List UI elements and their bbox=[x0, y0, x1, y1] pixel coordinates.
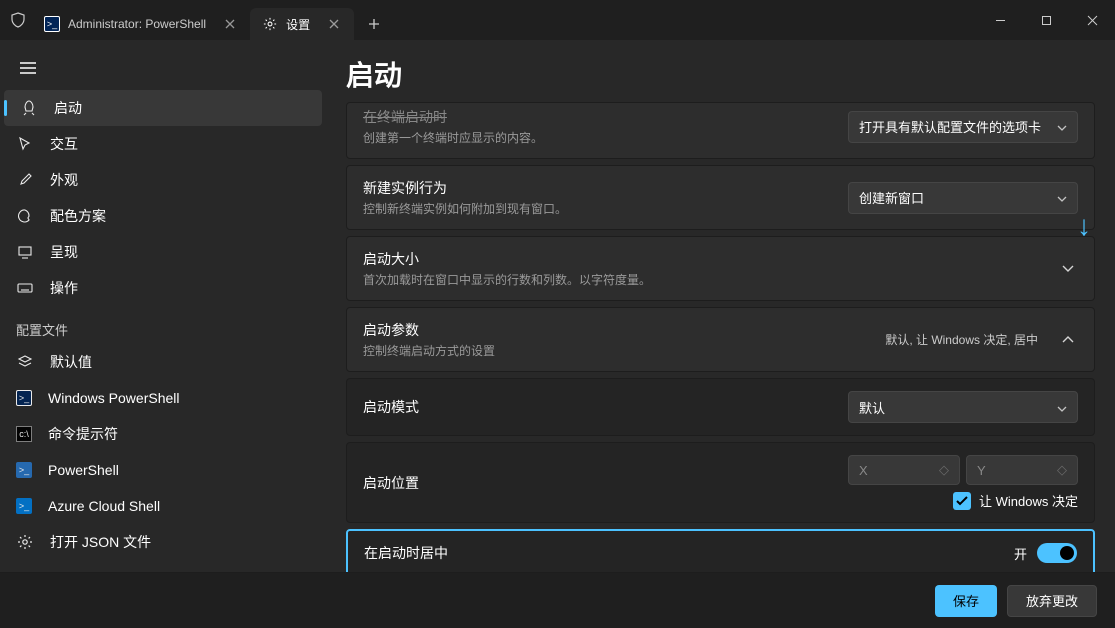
sidebar-item-startup[interactable]: 启动 bbox=[4, 90, 322, 126]
sidebar-item-appearance[interactable]: 外观 bbox=[0, 162, 326, 198]
tab-powershell[interactable]: >_ Administrator: PowerShell bbox=[32, 8, 250, 40]
spinner-icon: ◇ bbox=[939, 462, 949, 478]
center-toggle[interactable] bbox=[1037, 543, 1077, 563]
monitor-icon bbox=[16, 243, 34, 261]
sidebar-item-actions[interactable]: 操作 bbox=[0, 270, 326, 306]
card-title: 启动大小 bbox=[363, 249, 1044, 269]
cursor-icon bbox=[16, 135, 34, 153]
chevron-down-icon bbox=[1057, 400, 1067, 415]
new-tab-button[interactable] bbox=[360, 10, 388, 38]
discard-button[interactable]: 放弃更改 bbox=[1007, 585, 1097, 617]
row-title: 启动模式 bbox=[363, 397, 848, 417]
brush-icon bbox=[16, 171, 34, 189]
card-startup-content[interactable]: 在终端启动时 创建第一个终端时应显示的内容。 打开具有默认配置文件的选项卡 bbox=[346, 102, 1095, 159]
layers-icon bbox=[16, 353, 34, 371]
sidebar-item-label: Windows PowerShell bbox=[48, 390, 180, 406]
sidebar: 启动 交互 外观 配色方案 呈现 操作 配置文件 默认值 >_ Wind bbox=[0, 40, 326, 572]
powershell-icon: >_ bbox=[16, 390, 32, 406]
window-close-button[interactable] bbox=[1069, 0, 1115, 40]
chevron-down-icon bbox=[1057, 190, 1067, 205]
hamburger-menu[interactable] bbox=[8, 48, 48, 88]
chevron-up-icon[interactable] bbox=[1058, 336, 1078, 343]
x-input[interactable]: X◇ bbox=[848, 455, 960, 485]
card-new-instance[interactable]: 新建实例行为 控制新终端实例如何附加到现有窗口。 创建新窗口 bbox=[346, 165, 1095, 230]
maximize-button[interactable] bbox=[1023, 0, 1069, 40]
close-icon[interactable] bbox=[222, 16, 238, 32]
main-content: 启动 在终端启动时 创建第一个终端时应显示的内容。 打开具有默认配置文件的选项卡… bbox=[326, 40, 1115, 572]
sidebar-item-label: 配色方案 bbox=[50, 206, 106, 226]
sidebar-item-label: 默认值 bbox=[50, 352, 92, 372]
save-button[interactable]: 保存 bbox=[935, 585, 997, 617]
sidebar-item-label: 交互 bbox=[50, 134, 78, 154]
row-title: 启动位置 bbox=[363, 473, 848, 493]
sidebar-item-label: 呈现 bbox=[50, 242, 78, 262]
powershell-icon: >_ bbox=[44, 16, 60, 32]
cmd-icon: c:\ bbox=[16, 426, 32, 442]
select-value: 创建新窗口 bbox=[859, 188, 924, 207]
sidebar-item-label: 操作 bbox=[50, 278, 78, 298]
card-subtitle: 控制终端启动方式的设置 bbox=[363, 342, 871, 359]
chevron-down-icon bbox=[1057, 119, 1067, 134]
y-input[interactable]: Y◇ bbox=[966, 455, 1078, 485]
page-title: 启动 bbox=[326, 40, 1115, 102]
checkbox-label: 让 Windows 决定 bbox=[979, 491, 1078, 510]
gear-icon bbox=[262, 16, 278, 32]
row-launch-mode: 启动模式 默认 bbox=[346, 378, 1095, 436]
rocket-icon bbox=[20, 99, 38, 117]
new-instance-select[interactable]: 创建新窗口 bbox=[848, 182, 1078, 214]
launch-mode-select[interactable]: 默认 bbox=[848, 391, 1078, 423]
card-subtitle: 创建第一个终端时应显示的内容。 bbox=[363, 129, 834, 146]
sidebar-item-azure[interactable]: >_ Azure Cloud Shell bbox=[0, 488, 326, 524]
sidebar-item-interaction[interactable]: 交互 bbox=[0, 126, 326, 162]
arrow-annotation: ↓ bbox=[1077, 210, 1091, 242]
sidebar-item-label: Azure Cloud Shell bbox=[48, 498, 160, 514]
sidebar-item-cmd[interactable]: c:\ 命令提示符 bbox=[0, 416, 326, 452]
open-json-label: 打开 JSON 文件 bbox=[50, 532, 151, 552]
sidebar-item-label: PowerShell bbox=[48, 462, 119, 478]
sidebar-item-rendering[interactable]: 呈现 bbox=[0, 234, 326, 270]
sidebar-item-colorschemes[interactable]: 配色方案 bbox=[0, 198, 326, 234]
checkbox-checked-icon bbox=[953, 492, 971, 510]
spinner-icon: ◇ bbox=[1057, 462, 1067, 478]
card-title: 启动参数 bbox=[363, 320, 871, 340]
gear-icon bbox=[16, 533, 34, 551]
chevron-down-icon[interactable] bbox=[1058, 265, 1078, 272]
row-launch-position: 启动位置 X◇ Y◇ 让 Windows 决定 bbox=[346, 442, 1095, 523]
tab-label: 设置 bbox=[286, 16, 310, 33]
row-title: 在启动时居中 bbox=[364, 543, 1014, 563]
profiles-header: 配置文件 bbox=[0, 306, 326, 345]
sidebar-item-label: 命令提示符 bbox=[48, 424, 118, 444]
open-json-button[interactable]: 打开 JSON 文件 bbox=[0, 524, 326, 560]
select-value: 默认 bbox=[859, 398, 885, 417]
toggle-state-label: 开 bbox=[1014, 544, 1027, 563]
sidebar-item-winps[interactable]: >_ Windows PowerShell bbox=[0, 380, 326, 416]
tab-label: Administrator: PowerShell bbox=[68, 17, 206, 31]
minimize-button[interactable] bbox=[977, 0, 1023, 40]
titlebar: >_ Administrator: PowerShell 设置 bbox=[0, 0, 1115, 40]
card-summary: 默认, 让 Windows 决定, 居中 bbox=[885, 331, 1038, 348]
keyboard-icon bbox=[16, 279, 34, 297]
windows-decide-checkbox[interactable]: 让 Windows 决定 bbox=[953, 491, 1078, 510]
footer: 保存 放弃更改 bbox=[0, 572, 1115, 628]
tab-settings[interactable]: 设置 bbox=[250, 8, 354, 40]
close-icon[interactable] bbox=[326, 16, 342, 32]
sidebar-item-label: 启动 bbox=[54, 98, 82, 118]
card-launch-params[interactable]: 启动参数 控制终端启动方式的设置 默认, 让 Windows 决定, 居中 bbox=[346, 307, 1095, 372]
sidebar-item-defaults[interactable]: 默认值 bbox=[0, 345, 326, 381]
pwsh-icon: >_ bbox=[16, 462, 32, 478]
card-launch-size[interactable]: 启动大小 首次加载时在窗口中显示的行数和列数。以字符度量。 bbox=[346, 236, 1095, 301]
row-center-on-launch: 在启动时居中 开 bbox=[346, 529, 1095, 572]
sidebar-item-label: 外观 bbox=[50, 170, 78, 190]
shield-icon bbox=[8, 10, 28, 30]
card-title: 在终端启动时 bbox=[363, 107, 834, 127]
palette-icon bbox=[16, 207, 34, 225]
select-value: 打开具有默认配置文件的选项卡 bbox=[859, 117, 1041, 136]
startup-content-select[interactable]: 打开具有默认配置文件的选项卡 bbox=[848, 111, 1078, 143]
card-subtitle: 首次加载时在窗口中显示的行数和列数。以字符度量。 bbox=[363, 271, 1044, 288]
sidebar-item-pwsh[interactable]: >_ PowerShell bbox=[0, 452, 326, 488]
card-title: 新建实例行为 bbox=[363, 178, 834, 198]
azure-icon: >_ bbox=[16, 498, 32, 514]
card-subtitle: 控制新终端实例如何附加到现有窗口。 bbox=[363, 200, 834, 217]
